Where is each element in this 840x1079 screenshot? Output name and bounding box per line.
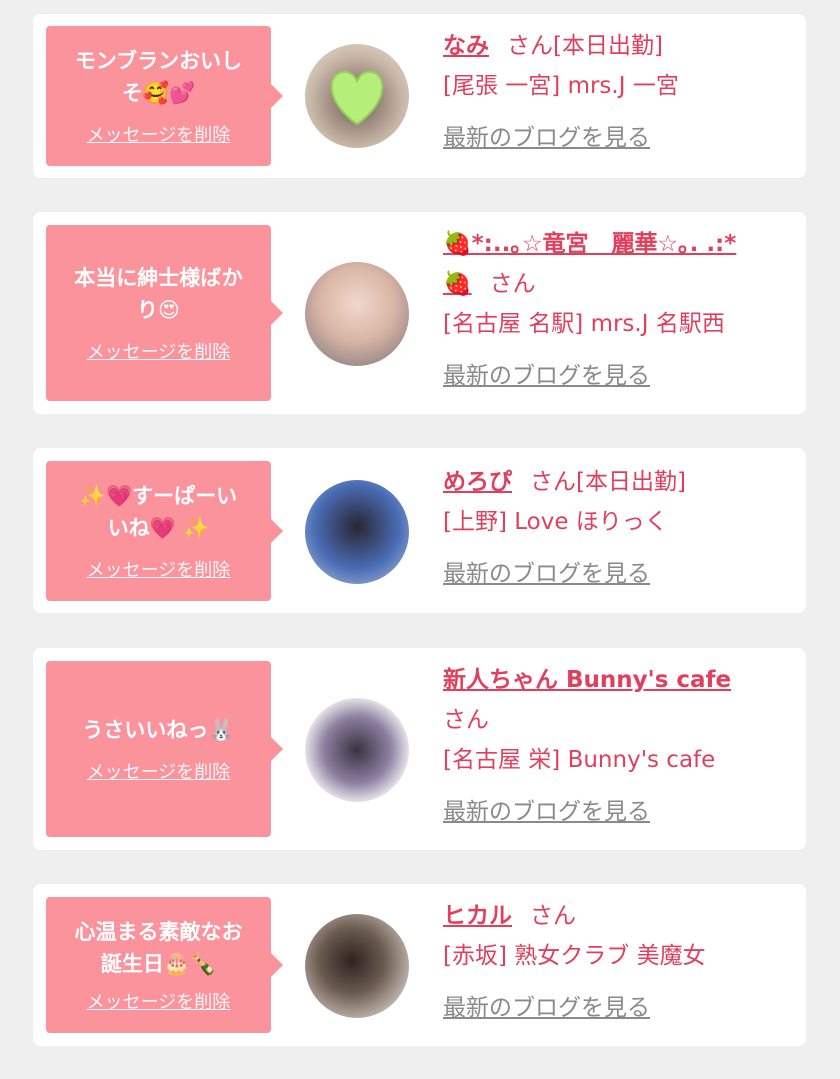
- shop-location: [上野] Love ほりっく: [443, 509, 668, 535]
- latest-blog-link[interactable]: 最新のブログを見る: [443, 988, 650, 1028]
- message-text: ✨💗すーぱーい いね💗 ✨: [79, 484, 238, 540]
- message-card: ✨💗すーぱーい いね💗 ✨ メッセージを削除 めろぴ さん[本日出勤] [上野] …: [33, 448, 806, 613]
- honorific: さん: [443, 707, 489, 733]
- honorific: さん: [530, 469, 576, 495]
- latest-blog-link[interactable]: 最新のブログを見る: [443, 118, 650, 158]
- message-text: 心温まる素敵なお 誕生日🎂🍾: [74, 920, 243, 976]
- message-card: 本当に紳士様ばか り😍 メッセージを削除 🍓*:..｡☆竜宮 麗華☆｡. .:*…: [33, 212, 806, 414]
- girl-name-link[interactable]: 新人ちゃん Bunny's cafe: [443, 667, 731, 693]
- message-card: うさいいねっ🐰 メッセージを削除 新人ちゃん Bunny's cafe さん […: [33, 648, 806, 850]
- avatar[interactable]: [305, 698, 409, 802]
- girl-info: ヒカル さん [赤坂] 熟女クラブ 美魔女 最新のブログを見る: [443, 896, 796, 1028]
- girl-info: めろぴ さん[本日出勤] [上野] Love ほりっく 最新のブログを見る: [443, 462, 796, 594]
- message-bubble: 心温まる素敵なお 誕生日🎂🍾 メッセージを削除: [46, 897, 283, 1033]
- message-bubble: モンブランおいし そ🥰💕 メッセージを削除: [46, 26, 283, 166]
- girl-info: なみ さん[本日出勤] [尾張 一宮] mrs.J 一宮 最新のブログを見る: [443, 26, 796, 158]
- message-card: モンブランおいし そ🥰💕 メッセージを削除 なみ さん[本日出勤] [尾張 一宮]…: [33, 14, 806, 178]
- avatar[interactable]: [305, 914, 409, 1018]
- status-text: [本日出勤]: [576, 469, 686, 495]
- latest-blog-link[interactable]: 最新のブログを見る: [443, 792, 650, 832]
- avatar[interactable]: [305, 480, 409, 584]
- message-text: 本当に紳士様ばか り😍: [74, 266, 243, 322]
- heart-sticker-icon: [330, 70, 384, 126]
- latest-blog-link[interactable]: 最新のブログを見る: [443, 554, 650, 594]
- shop-location: [赤坂] 熟女クラブ 美魔女: [443, 943, 706, 969]
- delete-message-link[interactable]: メッセージを削除: [87, 556, 231, 582]
- message-bubble: 本当に紳士様ばか り😍 メッセージを削除: [46, 225, 283, 401]
- delete-message-link[interactable]: メッセージを削除: [87, 988, 231, 1014]
- delete-message-link[interactable]: メッセージを削除: [87, 121, 231, 147]
- delete-message-link[interactable]: メッセージを削除: [87, 338, 231, 364]
- honorific: さん: [489, 271, 536, 297]
- girl-name-link[interactable]: ヒカル: [443, 903, 512, 929]
- girl-name-link-cont[interactable]: 🍓: [443, 271, 472, 297]
- avatar[interactable]: [305, 262, 409, 366]
- latest-blog-link[interactable]: 最新のブログを見る: [443, 356, 650, 396]
- message-bubble: ✨💗すーぱーい いね💗 ✨ メッセージを削除: [46, 461, 283, 601]
- shop-location: [尾張 一宮] mrs.J 一宮: [443, 73, 679, 99]
- girl-name-link[interactable]: 🍓*:..｡☆竜宮 麗華☆｡. .:*: [443, 231, 736, 257]
- shop-location: [名古屋 栄] Bunny's cafe: [443, 747, 716, 773]
- honorific: さん: [530, 903, 576, 929]
- avatar[interactable]: [305, 44, 409, 148]
- girl-info: 🍓*:..｡☆竜宮 麗華☆｡. .:* 🍓 さん [名古屋 名駅] mrs.J 名…: [443, 224, 796, 396]
- status-text: [本日出勤]: [553, 33, 663, 59]
- delete-message-link[interactable]: メッセージを削除: [87, 758, 231, 784]
- honorific: さん: [507, 33, 553, 59]
- message-text: うさいいねっ🐰: [82, 718, 235, 742]
- girl-name-link[interactable]: なみ: [443, 33, 489, 59]
- girl-name-link[interactable]: めろぴ: [443, 469, 512, 495]
- girl-info: 新人ちゃん Bunny's cafe さん [名古屋 栄] Bunny's ca…: [443, 660, 796, 832]
- message-text: モンブランおいし そ🥰💕: [74, 49, 243, 105]
- message-card: 心温まる素敵なお 誕生日🎂🍾 メッセージを削除 ヒカル さん [赤坂] 熟女クラブ…: [33, 884, 806, 1046]
- message-bubble: うさいいねっ🐰 メッセージを削除: [46, 661, 283, 837]
- shop-location: [名古屋 名駅] mrs.J 名駅西: [443, 311, 725, 337]
